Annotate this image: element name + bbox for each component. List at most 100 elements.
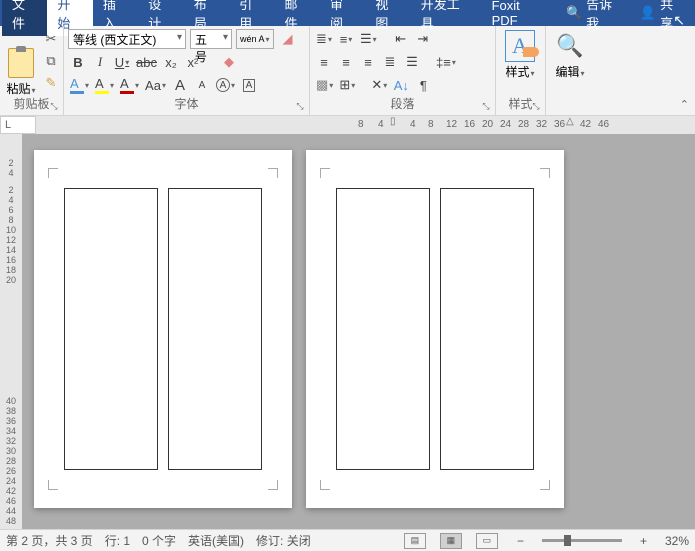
zoom-out-button[interactable]: − <box>517 534 524 548</box>
bold-button[interactable]: B <box>68 52 88 72</box>
multilevel-button[interactable]: ☰ <box>358 29 379 49</box>
sort-button[interactable]: A↓ <box>391 75 411 95</box>
read-mode-button[interactable]: ▤ <box>404 533 426 549</box>
cut-button[interactable]: ✂ <box>40 29 62 49</box>
line-number[interactable]: 行: 1 <box>105 532 130 549</box>
paragraph-dialog-launcher[interactable]: ⤡ <box>480 100 492 112</box>
asian-icon: ✕ <box>371 77 382 93</box>
subscript-button[interactable]: x₂ <box>161 52 181 72</box>
clear-format-button[interactable]: ◢ <box>278 29 298 49</box>
ruler-corner[interactable]: L <box>0 116 36 134</box>
distribute-button[interactable]: ☰ <box>402 52 422 72</box>
crop-mark-icon <box>320 480 330 490</box>
text-effects-button[interactable]: ◆ <box>219 52 239 72</box>
group-paragraph: ≣ ≡ ☰ ⇤ ⇥ ≡ ≡ ≡ ≣ ☰ ‡≡ ▩ ⊞ ✕ A↓ <box>310 26 496 115</box>
column-frame[interactable] <box>336 188 430 470</box>
shrink-font-button[interactable]: A <box>192 75 212 95</box>
paragraph-group-label: 段落 <box>310 93 495 114</box>
grow-font-button[interactable]: A <box>170 75 190 95</box>
web-layout-button[interactable]: ▭ <box>476 533 498 549</box>
bucket-icon: ▩ <box>316 77 328 93</box>
font-size-select[interactable]: 五号 <box>190 29 232 49</box>
format-painter-button[interactable]: ✎ <box>40 73 62 93</box>
page-3[interactable] <box>306 150 564 508</box>
align-center-icon: ≡ <box>342 55 350 70</box>
editing-button[interactable]: 🔍 编辑 <box>550 29 590 82</box>
right-indent-marker-icon[interactable]: △ <box>566 116 574 127</box>
column-frame[interactable] <box>440 188 534 470</box>
scissors-icon: ✂ <box>46 31 57 47</box>
zoom-level[interactable]: 32% <box>665 534 689 548</box>
bullets-icon: ≣ <box>316 31 327 47</box>
column-frame[interactable] <box>168 188 262 470</box>
editing-label: 编辑 <box>555 63 584 80</box>
indent-icon: ⇥ <box>417 31 428 47</box>
status-bar: 第 2 页，共 3 页 行: 1 0 个字 英语(美国) 修订: 关闭 ▤ ▦ … <box>0 529 695 551</box>
show-marks-button[interactable]: ¶ <box>413 75 433 95</box>
decrease-indent-button[interactable]: ⇤ <box>391 29 411 49</box>
eraser2-icon: ◆ <box>224 54 234 70</box>
outdent-icon: ⇤ <box>395 31 406 47</box>
pilcrow-icon: ¶ <box>420 78 427 93</box>
styles-dialog-launcher[interactable]: ⤡ <box>530 100 542 112</box>
phonetic-guide-button[interactable]: wén A <box>236 29 274 49</box>
paste-icon <box>8 48 34 78</box>
italic-button[interactable]: I <box>90 52 110 72</box>
border-icon: ⊞ <box>339 77 350 93</box>
group-styles: A 样式 样式 ⤡ <box>496 26 546 115</box>
find-icon: 🔍 <box>556 33 583 59</box>
print-icon: ▦ <box>447 535 456 546</box>
font-color-button[interactable]: A <box>118 75 141 95</box>
column-frame[interactable] <box>64 188 158 470</box>
ribbon: 粘贴 ✂ ⧉ ✎ 剪贴板 ⤡ 等线 (西文正文) 五号 wén A ◢ B I … <box>0 26 695 116</box>
web-icon: ▭ <box>483 535 492 546</box>
document-area[interactable] <box>22 134 695 529</box>
crop-mark-icon <box>540 168 550 178</box>
highlight-button[interactable]: A <box>93 75 116 95</box>
asian-layout-button[interactable]: ✕ <box>369 75 389 95</box>
zoom-in-button[interactable]: + <box>640 534 647 548</box>
copy-icon: ⧉ <box>46 53 55 69</box>
multilevel-icon: ☰ <box>360 31 372 47</box>
line-spacing-button[interactable]: ‡≡ <box>434 52 458 72</box>
copy-button[interactable]: ⧉ <box>40 51 62 71</box>
numbering-button[interactable]: ≡ <box>336 29 356 49</box>
brush-icon: ✎ <box>46 75 57 91</box>
page-count[interactable]: 第 2 页，共 3 页 <box>6 532 93 549</box>
word-count[interactable]: 0 个字 <box>142 532 176 549</box>
group-font: 等线 (西文正文) 五号 wén A ◢ B I U abc x₂ x² ◆ A… <box>64 26 310 115</box>
collapse-ribbon-button[interactable]: ⌃ <box>680 98 689 111</box>
indent-marker-icon[interactable]: ▯ <box>390 116 396 127</box>
print-layout-button[interactable]: ▦ <box>440 533 462 549</box>
borders-button[interactable]: ⊞ <box>337 75 357 95</box>
clipboard-dialog-launcher[interactable]: ⤡ <box>48 100 60 112</box>
bullets-button[interactable]: ≣ <box>314 29 334 49</box>
enclosed-char-button[interactable]: A <box>214 75 237 95</box>
brush-swoosh-icon <box>523 47 539 57</box>
justify-button[interactable]: ≣ <box>380 52 400 72</box>
shading-button[interactable]: ▩ <box>314 75 335 95</box>
track-changes-status[interactable]: 修订: 关闭 <box>256 532 311 549</box>
align-left-button[interactable]: ≡ <box>314 52 334 72</box>
language[interactable]: 英语(美国) <box>188 532 244 549</box>
change-case-button[interactable]: Aa <box>143 75 168 95</box>
text-effect-a-button[interactable]: A <box>68 75 91 95</box>
align-left-icon: ≡ <box>320 55 328 70</box>
char-border-button[interactable]: A <box>239 75 259 95</box>
align-center-button[interactable]: ≡ <box>336 52 356 72</box>
underline-button[interactable]: U <box>112 52 132 72</box>
increase-indent-button[interactable]: ⇥ <box>413 29 433 49</box>
crop-mark-icon <box>540 480 550 490</box>
font-name-select[interactable]: 等线 (西文正文) <box>68 29 186 49</box>
page-2[interactable] <box>34 150 292 508</box>
horizontal-ruler[interactable]: 8 4 ▯ 4 8 12 16 20 24 28 32 36 △ 42 46 <box>36 116 695 134</box>
font-dialog-launcher[interactable]: ⤡ <box>294 100 306 112</box>
share-icon: 👤 <box>640 5 656 21</box>
styles-button[interactable]: A 样式 <box>500 29 540 82</box>
vertical-ruler[interactable]: 2 4 2 4 6 8 10 12 14 16 18 20 40 38 36 3… <box>0 134 22 529</box>
distribute-icon: ☰ <box>406 54 418 70</box>
ruler-row: L 8 4 ▯ 4 8 12 16 20 24 28 32 36 △ 42 46 <box>0 116 695 134</box>
strike-button[interactable]: abc <box>134 52 159 72</box>
zoom-slider[interactable] <box>542 539 622 542</box>
align-right-button[interactable]: ≡ <box>358 52 378 72</box>
